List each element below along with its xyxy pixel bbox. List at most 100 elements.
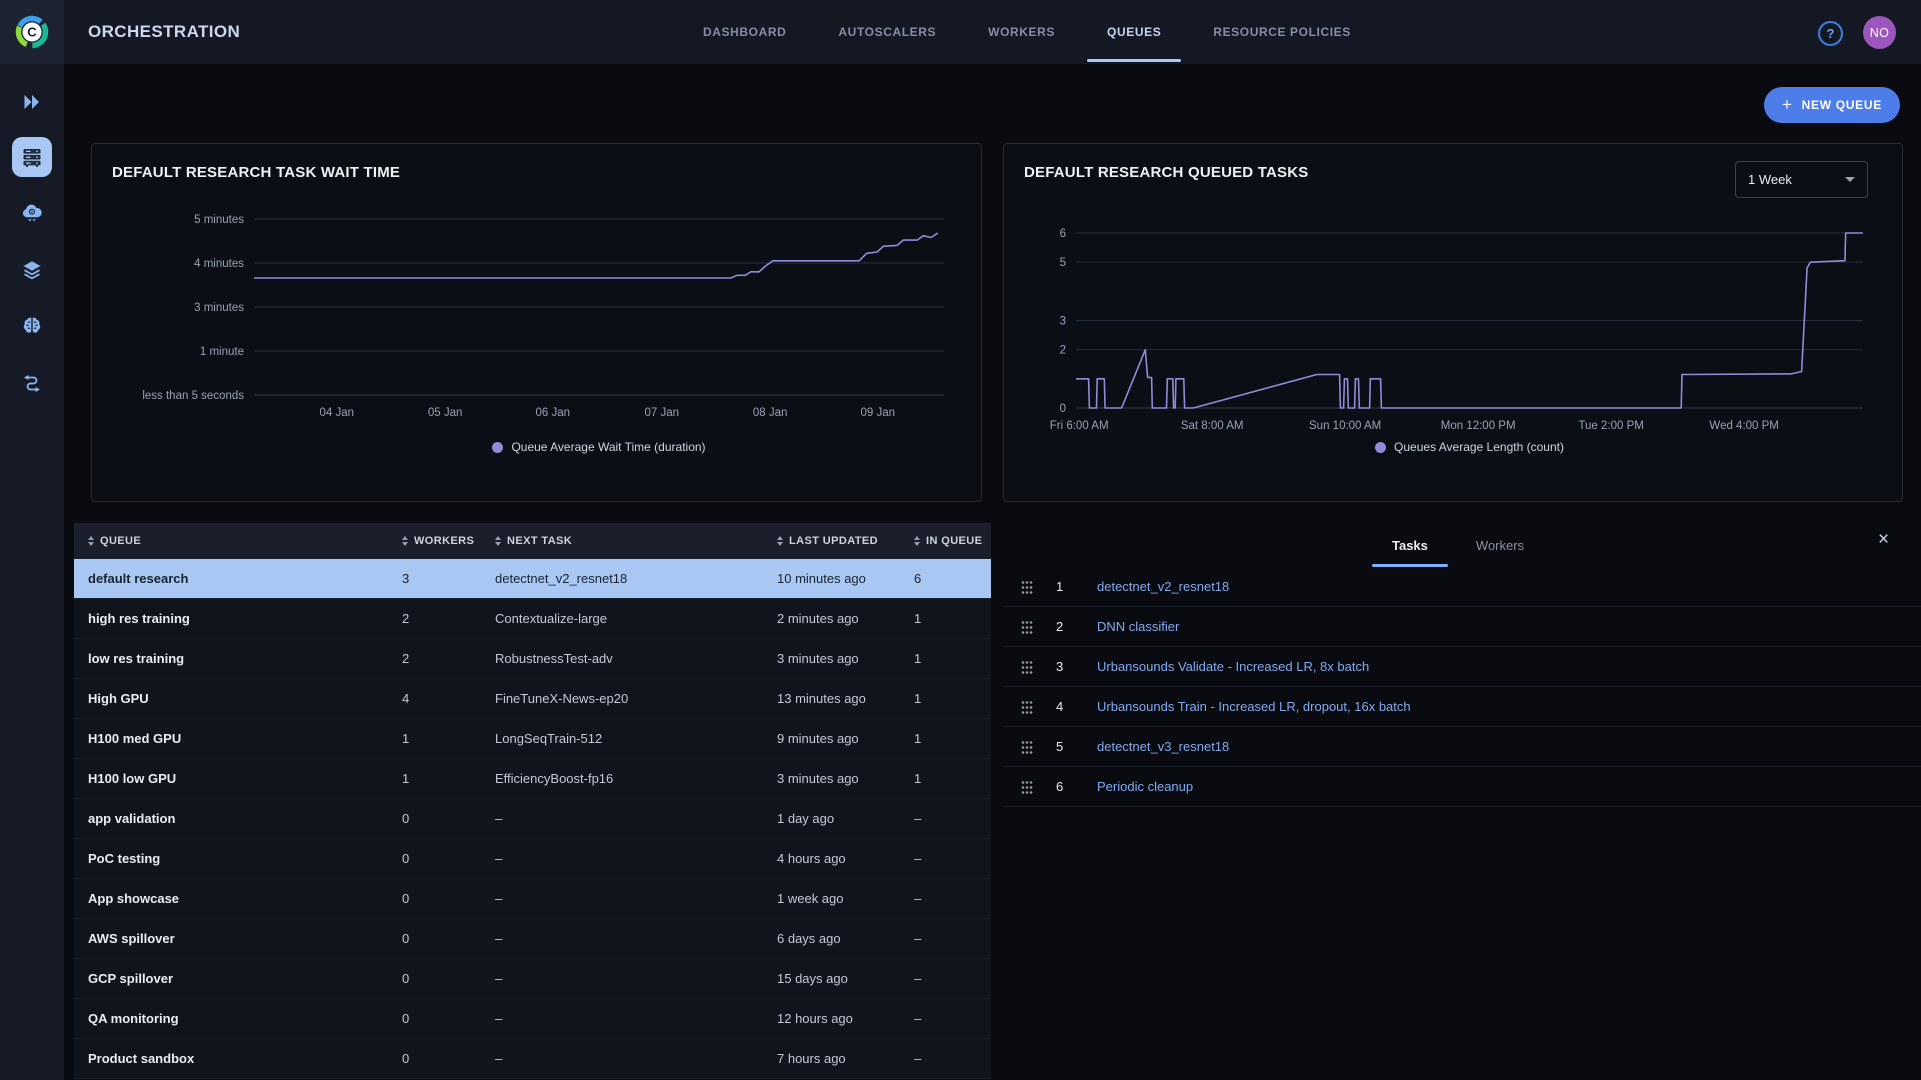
task-link[interactable]: detectnet_v3_resnet18 — [1097, 727, 1229, 766]
queue-cell: 3 minutes ago — [777, 759, 859, 798]
sidebar-item-ai-apps[interactable] — [12, 306, 52, 346]
clearml-logo[interactable]: C — [0, 0, 64, 64]
task-link[interactable]: Periodic cleanup — [1097, 767, 1193, 806]
queue-cell: FineTuneX-News-ep20 — [495, 679, 628, 718]
svg-text:5 minutes: 5 minutes — [194, 214, 244, 226]
nav-tab-dashboard[interactable]: DASHBOARD — [700, 0, 789, 64]
queue-row-high-gpu[interactable]: High GPU4FineTuneX-News-ep2013 minutes a… — [74, 679, 991, 719]
queue-cell: 0 — [402, 839, 409, 878]
nav-tab-autoscalers[interactable]: AUTOSCALERS — [835, 0, 939, 64]
queue-name: QA monitoring — [88, 999, 179, 1038]
queue-row-app-showcase[interactable]: App showcase0–1 week ago– — [74, 879, 991, 919]
task-position: 6 — [1056, 767, 1063, 806]
legend-label: Queues Average Length (count) — [1394, 440, 1564, 454]
legend-dot — [492, 442, 503, 453]
queue-cell: 1 — [914, 639, 921, 678]
queue-cell: – — [914, 1039, 921, 1078]
queue-cell: – — [495, 959, 502, 998]
queue-cell: 1 — [914, 719, 921, 758]
queues-server-icon — [20, 145, 44, 169]
queue-cell: – — [914, 839, 921, 878]
task-position: 1 — [1056, 567, 1063, 606]
task-row: 3Urbansounds Validate - Increased LR, 8x… — [1003, 647, 1921, 687]
wait-time-chart-panel: DEFAULT RESEARCH TASK WAIT TIME 5 minute… — [91, 143, 982, 502]
svg-text:6: 6 — [1060, 228, 1066, 240]
queue-cell: 2 — [402, 599, 409, 638]
queue-cell: 1 — [402, 719, 409, 758]
sidebar-item-layers[interactable] — [12, 250, 52, 290]
drag-handle-icon[interactable] — [1021, 700, 1033, 715]
column-header-last-updated[interactable]: LAST UPDATED — [777, 523, 878, 559]
queue-cell: 1 — [914, 679, 921, 718]
queue-cell: – — [495, 839, 502, 878]
task-row: 1 detectnet_v2_resnet18 — [1003, 567, 1921, 607]
task-link[interactable]: DNN classifier — [1097, 607, 1179, 646]
new-queue-button[interactable]: + NEW QUEUE — [1764, 87, 1900, 123]
avatar[interactable]: NO — [1863, 16, 1896, 49]
queue-cell: – — [914, 959, 921, 998]
task-link[interactable]: Urbansounds Train - Increased LR, dropou… — [1097, 687, 1411, 726]
sidebar-item-autoscalers[interactable] — [12, 193, 52, 233]
queue-name: Product sandbox — [88, 1039, 194, 1078]
queue-cell: 12 hours ago — [777, 999, 853, 1038]
tab-tasks[interactable]: Tasks — [1386, 523, 1434, 567]
question-icon: ? — [1827, 26, 1835, 41]
queue-row-high-res-training[interactable]: high res training2Contextualize-large2 m… — [74, 599, 991, 639]
queue-cell: 3 minutes ago — [777, 639, 859, 678]
queue-row-qa-monitoring[interactable]: QA monitoring0–12 hours ago– — [74, 999, 991, 1039]
sort-icon — [777, 536, 783, 546]
queue-row-aws-spillover[interactable]: AWS spillover0–6 days ago– — [74, 919, 991, 959]
queue-name: AWS spillover — [88, 919, 175, 958]
svg-text:less than 5 seconds: less than 5 seconds — [142, 390, 244, 402]
svg-text:08 Jan: 08 Jan — [753, 407, 788, 419]
drag-handle-icon[interactable] — [1021, 740, 1033, 755]
drag-handle-icon[interactable] — [1021, 780, 1033, 795]
sidebar-item-pipelines[interactable] — [12, 363, 52, 403]
queue-row-h100-med-gpu[interactable]: H100 med GPU1LongSeqTrain-5129 minutes a… — [74, 719, 991, 759]
legend-dot — [1375, 442, 1386, 453]
tab-workers[interactable]: Workers — [1470, 523, 1530, 567]
task-link[interactable]: Urbansounds Validate - Increased LR, 8x … — [1097, 647, 1369, 686]
queue-row-h100-low-gpu[interactable]: H100 low GPU1EfficiencyBoost-fp163 minut… — [74, 759, 991, 799]
svg-text:07 Jan: 07 Jan — [645, 407, 680, 419]
drag-handle-icon[interactable] — [1021, 660, 1033, 675]
queue-cell: 1 — [402, 759, 409, 798]
sort-icon — [88, 536, 94, 546]
queue-cell: RobustnessTest-adv — [495, 639, 613, 678]
queue-row-low-res-training[interactable]: low res training2RobustnessTest-adv3 min… — [74, 639, 991, 679]
plus-icon: + — [1782, 96, 1793, 113]
queue-cell: 1 — [914, 759, 921, 798]
column-header-next-task[interactable]: NEXT TASK — [495, 523, 572, 559]
column-header-in-queue[interactable]: IN QUEUE — [914, 523, 982, 559]
queue-row-poc-testing[interactable]: PoC testing0–4 hours ago– — [74, 839, 991, 879]
drag-handle-icon[interactable] — [1021, 620, 1033, 635]
drag-handle-icon[interactable] — [1021, 580, 1033, 595]
queue-row-default-research[interactable]: default research3detectnet_v2_resnet1810… — [74, 559, 991, 599]
queue-cell: LongSeqTrain-512 — [495, 719, 602, 758]
nav-tab-queues[interactable]: QUEUES — [1104, 0, 1164, 64]
svg-text:0: 0 — [1060, 403, 1066, 415]
help-button[interactable]: ? — [1818, 21, 1843, 46]
sort-icon — [914, 536, 920, 546]
queue-cell: 0 — [402, 999, 409, 1038]
svg-text:1 minute: 1 minute — [200, 346, 244, 358]
column-header-queue[interactable]: QUEUE — [88, 523, 141, 559]
task-list: 1detectnet_v2_resnet182DNN classifier3Ur… — [1003, 567, 1921, 807]
task-link[interactable]: detectnet_v2_resnet18 — [1097, 567, 1229, 606]
main-nav: DASHBOARD AUTOSCALERS WORKERS QUEUES RESOURC… — [700, 0, 1354, 64]
sidebar-item-expand[interactable] — [12, 82, 52, 122]
task-row: 5detectnet_v3_resnet18 — [1003, 727, 1921, 767]
pipeline-flow-icon — [20, 371, 44, 395]
nav-tab-workers[interactable]: WORKERS — [985, 0, 1058, 64]
queue-row-gcp-spillover[interactable]: GCP spillover0–15 days ago– — [74, 959, 991, 999]
nav-tab-resource-policies[interactable]: RESOURCE POLICIES — [1210, 0, 1354, 64]
queue-row-product-sandbox[interactable]: Product sandbox0–7 hours ago– — [74, 1039, 991, 1079]
sidebar-item-queues[interactable] — [12, 137, 52, 177]
queue-row-app-validation[interactable]: app validation0–1 day ago– — [74, 799, 991, 839]
queue-cell: 9 minutes ago — [777, 719, 859, 758]
close-button[interactable]: × — [1878, 530, 1889, 549]
column-header-workers[interactable]: WORKERS — [402, 523, 474, 559]
new-queue-label: NEW QUEUE — [1802, 98, 1882, 112]
queue-cell: 2 minutes ago — [777, 599, 859, 638]
queue-cell: 0 — [402, 1039, 409, 1078]
